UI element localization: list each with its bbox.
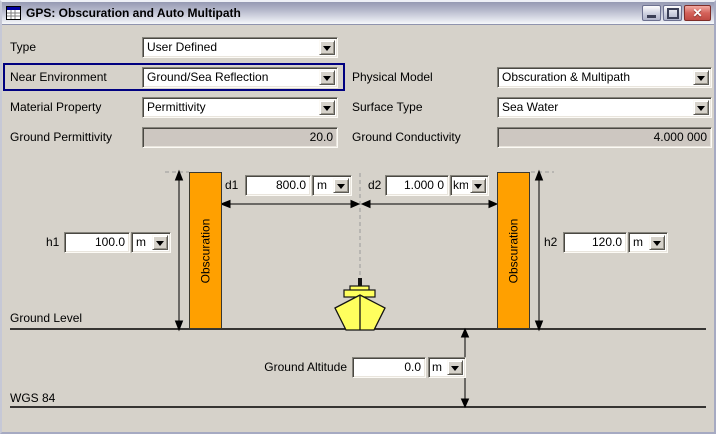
physical-model-label: Physical Model — [352, 67, 433, 88]
chevron-down-icon[interactable] — [333, 178, 349, 193]
material-property-value: Permittivity — [143, 98, 317, 117]
chevron-down-icon[interactable] — [470, 178, 486, 193]
type-select[interactable]: User Defined — [142, 37, 338, 58]
chevron-down-icon[interactable] — [649, 235, 665, 250]
h1-unit-select[interactable]: m — [131, 232, 171, 253]
ground-altitude-unit-select[interactable]: m — [428, 357, 466, 378]
d1-unit-value: m — [313, 176, 331, 195]
window-title: GPS: Obscuration and Auto Multipath — [26, 6, 241, 20]
h2-unit-value: m — [629, 233, 647, 252]
ground-level-label: Ground Level — [10, 308, 82, 329]
d1-input[interactable]: 800.0 — [245, 175, 311, 196]
maximize-icon — [667, 8, 679, 19]
ship-icon — [335, 278, 385, 330]
close-button[interactable]: ✕ — [684, 5, 711, 21]
chevron-down-icon[interactable] — [319, 70, 335, 85]
h2-unit-select[interactable]: m — [628, 232, 668, 253]
ground-permittivity-field: 20.0 — [142, 127, 338, 148]
dashed-guides — [165, 172, 554, 279]
ground-altitude-label: Ground Altitude — [242, 357, 347, 378]
d2-input[interactable]: 1.000 0 — [385, 175, 449, 196]
material-property-select[interactable]: Permittivity — [142, 97, 338, 118]
minimize-icon — [647, 15, 656, 18]
d1-arrow — [221, 201, 359, 208]
d2-unit-value: km — [451, 176, 468, 195]
h2-arrow — [536, 171, 543, 330]
chevron-down-icon[interactable] — [319, 100, 335, 115]
near-environment-label: Near Environment — [10, 67, 107, 88]
chevron-down-icon[interactable] — [693, 70, 709, 85]
gps-obscuration-dialog: GPS: Obscuration and Auto Multipath ✕ Ty… — [0, 0, 716, 434]
ground-altitude-unit-value: m — [429, 358, 445, 377]
ground-permittivity-label: Ground Permittivity — [10, 127, 112, 148]
h1-unit-value: m — [132, 233, 150, 252]
chevron-down-icon[interactable] — [319, 40, 335, 55]
ground-conductivity-label: Ground Conductivity — [352, 127, 461, 148]
obstacle-left-label: Obscuration — [199, 218, 213, 283]
title-bar[interactable]: GPS: Obscuration and Auto Multipath ✕ — [2, 2, 714, 25]
d1-label: d1 — [225, 175, 238, 196]
type-label: Type — [10, 37, 36, 58]
physical-model-select[interactable]: Obscuration & Multipath — [497, 67, 712, 88]
h1-label: h1 — [46, 232, 59, 253]
surface-type-select[interactable]: Sea Water — [497, 97, 712, 118]
near-environment-value: Ground/Sea Reflection — [143, 68, 317, 87]
close-icon: ✕ — [692, 6, 702, 20]
chevron-down-icon[interactable] — [152, 235, 168, 250]
h2-input[interactable]: 120.0 — [563, 232, 627, 253]
surface-type-label: Surface Type — [352, 97, 423, 118]
ground-conductivity-field: 4.000 000 — [497, 127, 712, 148]
material-property-label: Material Property — [10, 97, 101, 118]
app-icon — [6, 6, 21, 20]
chevron-down-icon[interactable] — [693, 100, 709, 115]
d1-unit-select[interactable]: m — [312, 175, 352, 196]
h1-arrow — [176, 171, 183, 330]
minimize-button[interactable] — [642, 5, 661, 21]
d2-arrow — [362, 201, 497, 208]
wgs84-label: WGS 84 — [10, 388, 55, 409]
ground-altitude-input[interactable]: 0.0 — [352, 357, 426, 378]
chevron-down-icon[interactable] — [447, 360, 463, 375]
maximize-button[interactable] — [663, 5, 682, 21]
d2-label: d2 — [368, 175, 381, 196]
obstacle-right-label: Obscuration — [507, 218, 521, 283]
h2-label: h2 — [544, 232, 557, 253]
window-controls: ✕ — [642, 5, 711, 21]
near-environment-select[interactable]: Ground/Sea Reflection — [142, 67, 338, 88]
d2-unit-select[interactable]: km — [450, 175, 489, 196]
surface-type-value: Sea Water — [498, 98, 691, 117]
h1-input[interactable]: 100.0 — [64, 232, 130, 253]
type-value: User Defined — [143, 38, 317, 57]
obstacle-right: Obscuration — [497, 172, 530, 329]
physical-model-value: Obscuration & Multipath — [498, 68, 691, 87]
obstacle-left: Obscuration — [189, 172, 222, 329]
